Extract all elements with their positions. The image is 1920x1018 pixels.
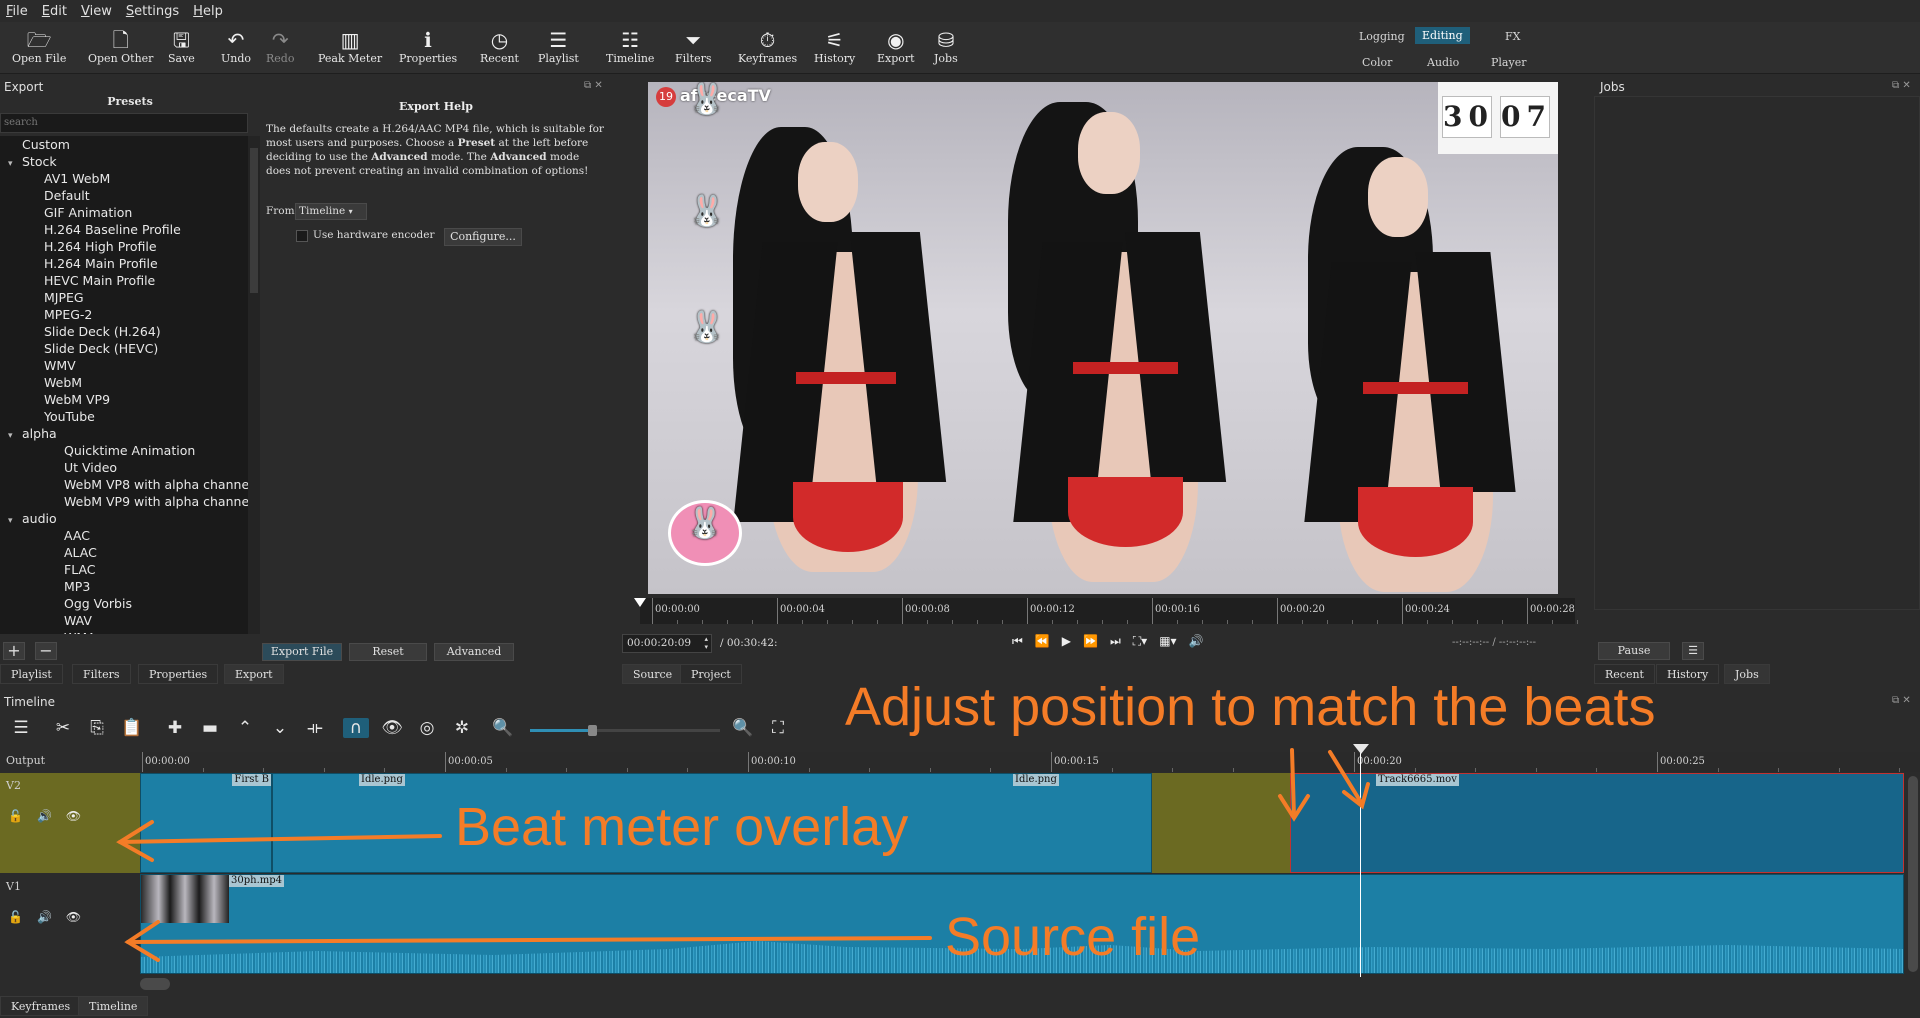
arrow-beat-meter (118, 834, 442, 844)
arrow-adjust-1 (1290, 748, 1296, 818)
annotation-arrows (116, 748, 1370, 962)
arrow-adjust-2 (1328, 750, 1364, 806)
arrow-source-file (126, 936, 932, 944)
